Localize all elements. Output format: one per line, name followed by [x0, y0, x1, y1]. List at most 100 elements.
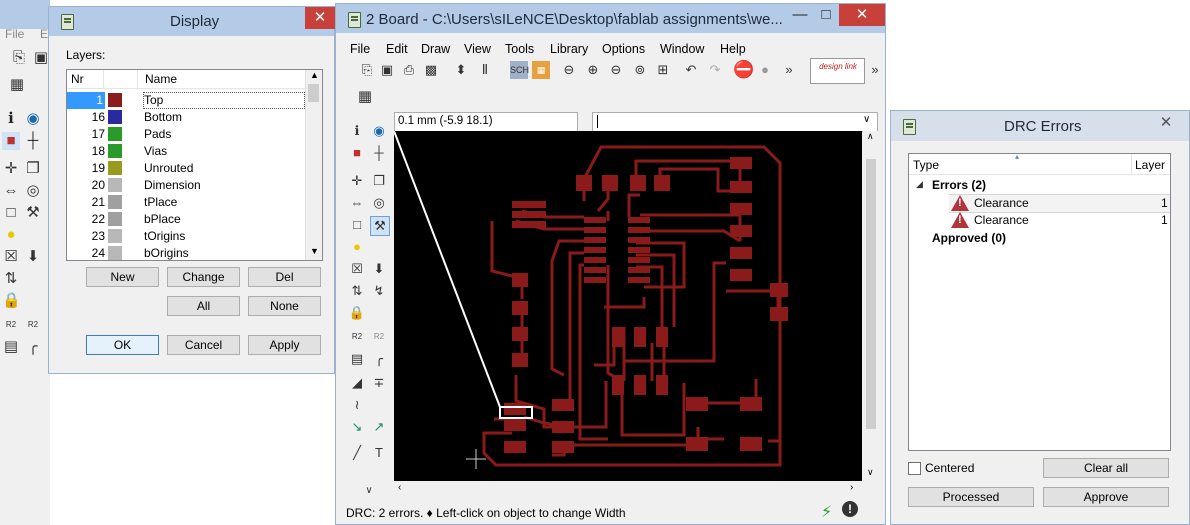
layer-row[interactable]: 18 Vias: [67, 143, 305, 160]
value-icon[interactable]: R2: [370, 328, 388, 346]
processed-button[interactable]: Processed: [908, 487, 1034, 507]
ripup-signal-icon[interactable]: ↗: [370, 418, 388, 436]
zoom-in-icon[interactable]: ⊕: [584, 61, 602, 79]
drc-error-row[interactable]: Clearance 1: [949, 212, 1170, 229]
drc-col-layer[interactable]: Layer: [1135, 158, 1165, 172]
undo-icon[interactable]: ↶: [682, 61, 700, 79]
v-scroll-up-icon[interactable]: ∧: [867, 131, 874, 142]
layer-settings-icon[interactable]: ▦: [532, 61, 550, 79]
left-add-icon[interactable]: ⬇: [24, 248, 42, 266]
add-icon[interactable]: ⬇: [370, 260, 388, 278]
show-icon[interactable]: ◉: [370, 122, 388, 140]
none-button[interactable]: None: [248, 296, 321, 316]
drc-col-type[interactable]: Type: [913, 158, 939, 172]
smash-icon[interactable]: ●: [348, 238, 366, 256]
left-wrench-icon[interactable]: ⚒: [24, 204, 42, 222]
route-icon[interactable]: ◢: [348, 374, 366, 392]
v-scroll-thumb[interactable]: [866, 159, 876, 429]
layer-row[interactable]: 1 Top: [67, 92, 305, 109]
h-scroll-left-icon[interactable]: ‹: [398, 482, 401, 493]
text-icon[interactable]: T: [370, 444, 388, 462]
left-grid-icon[interactable]: ▦: [8, 76, 26, 94]
layers-scrollbar[interactable]: ▲ ▼: [305, 70, 322, 260]
menu-view[interactable]: View: [464, 42, 491, 56]
layer-row[interactable]: 19 Unrouted: [67, 160, 305, 177]
new-button[interactable]: New: [86, 267, 159, 287]
mirror-icon[interactable]: ⇔: [348, 194, 366, 212]
ulp-icon[interactable]: ⬍: [452, 61, 470, 79]
change-wrench-icon[interactable]: ⚒: [370, 216, 390, 236]
toolbar-more-icon[interactable]: »: [780, 61, 798, 79]
del-button[interactable]: Del: [248, 267, 321, 287]
menu-draw[interactable]: Draw: [421, 42, 450, 56]
status-stop-icon[interactable]: !: [842, 501, 858, 517]
layers-list[interactable]: Nr Name 1 Top 16 Bottom 17 Pads 18 Vias 19 Unrout…: [66, 69, 323, 261]
board-minimize-button[interactable]: —: [787, 6, 813, 26]
left-menu-file[interactable]: File: [5, 27, 24, 41]
save-icon[interactable]: ▣: [378, 61, 396, 79]
clear-all-button[interactable]: Clear all: [1043, 458, 1169, 478]
wire-icon[interactable]: ╱: [348, 444, 366, 462]
copy-icon[interactable]: ❐: [370, 172, 388, 190]
all-button[interactable]: All: [167, 296, 240, 316]
left-toolbar-open-icon[interactable]: ⎘: [10, 49, 28, 67]
left-rotate-icon[interactable]: ◎: [24, 182, 42, 200]
left-eye-icon[interactable]: ◉: [24, 110, 42, 128]
zoom-out-icon[interactable]: ⊖: [607, 61, 625, 79]
replace-icon[interactable]: ⇅: [348, 282, 366, 300]
left-delete-icon[interactable]: ☒: [2, 248, 20, 266]
cancel-button[interactable]: Cancel: [167, 335, 240, 355]
schematic-icon[interactable]: SCH: [510, 61, 529, 79]
board-close-button[interactable]: ✕: [839, 4, 885, 26]
errors-group-label[interactable]: Errors (2): [932, 178, 986, 192]
layer-color-swatch[interactable]: [108, 110, 122, 124]
stop-icon[interactable]: ⛔: [733, 61, 754, 79]
mark-icon[interactable]: ┼: [370, 144, 388, 162]
delete-icon[interactable]: ☒: [348, 260, 366, 278]
board-canvas[interactable]: [394, 131, 862, 481]
menu-options[interactable]: Options: [602, 42, 645, 56]
layers-col-name[interactable]: Name: [145, 70, 177, 88]
layer-color-swatch[interactable]: [108, 161, 122, 175]
menu-tools[interactable]: Tools: [505, 42, 534, 56]
approved-group-label[interactable]: Approved (0): [932, 231, 1006, 245]
redo-icon[interactable]: ↷: [706, 61, 724, 79]
split-icon[interactable]: ▤: [348, 350, 366, 368]
miter-icon[interactable]: ╭: [370, 350, 388, 368]
left-info-icon[interactable]: ℹ: [2, 110, 20, 128]
layer-color-swatch[interactable]: [108, 144, 122, 158]
left-copy-icon[interactable]: ❐: [24, 160, 42, 178]
left-mirror-icon[interactable]: ⇔: [2, 182, 20, 200]
menu-library[interactable]: Library: [550, 42, 588, 56]
info-icon[interactable]: ℹ: [348, 122, 366, 140]
v-scroll-down-icon[interactable]: ∨: [867, 467, 874, 478]
layer-row[interactable]: 20 Dimension: [67, 177, 305, 194]
layer-color-swatch[interactable]: [108, 127, 122, 141]
board-vertical-scrollbar[interactable]: ∧ ∨: [863, 131, 879, 481]
left-menu-edit[interactable]: E: [40, 27, 48, 41]
group-icon[interactable]: □: [348, 216, 366, 234]
apply-button[interactable]: Apply: [248, 335, 321, 355]
name-icon[interactable]: R2: [348, 328, 366, 346]
palette-more-icon[interactable]: ∨: [360, 482, 378, 500]
scroll-thumb[interactable]: [308, 84, 319, 102]
display-layers-icon[interactable]: ■: [348, 144, 366, 162]
board-maximize-button[interactable]: □: [813, 6, 839, 26]
menu-file[interactable]: File: [350, 42, 370, 56]
layer-color-swatch[interactable]: [108, 195, 122, 209]
left-value-icon[interactable]: R2: [2, 316, 20, 334]
left-smash-icon[interactable]: ●: [2, 226, 20, 244]
ok-button[interactable]: OK: [86, 335, 159, 355]
approve-button[interactable]: Approve: [1043, 487, 1169, 507]
display-close-button[interactable]: ✕: [305, 7, 335, 29]
drc-error-row[interactable]: Clearance 1: [949, 194, 1170, 213]
layer-row[interactable]: 17 Pads: [67, 126, 305, 143]
left-mark-icon[interactable]: ┼: [24, 132, 42, 150]
design-link-logo[interactable]: design link: [810, 58, 865, 84]
layers-col-nr[interactable]: Nr: [71, 70, 84, 88]
scroll-down-icon[interactable]: ▼: [310, 246, 319, 256]
command-dropdown-icon[interactable]: ∨: [863, 114, 870, 125]
left-lock-icon[interactable]: 🔒: [2, 292, 21, 310]
script-icon[interactable]: Ⅱ: [476, 61, 494, 79]
left-replace-icon[interactable]: ⇅: [2, 270, 20, 288]
